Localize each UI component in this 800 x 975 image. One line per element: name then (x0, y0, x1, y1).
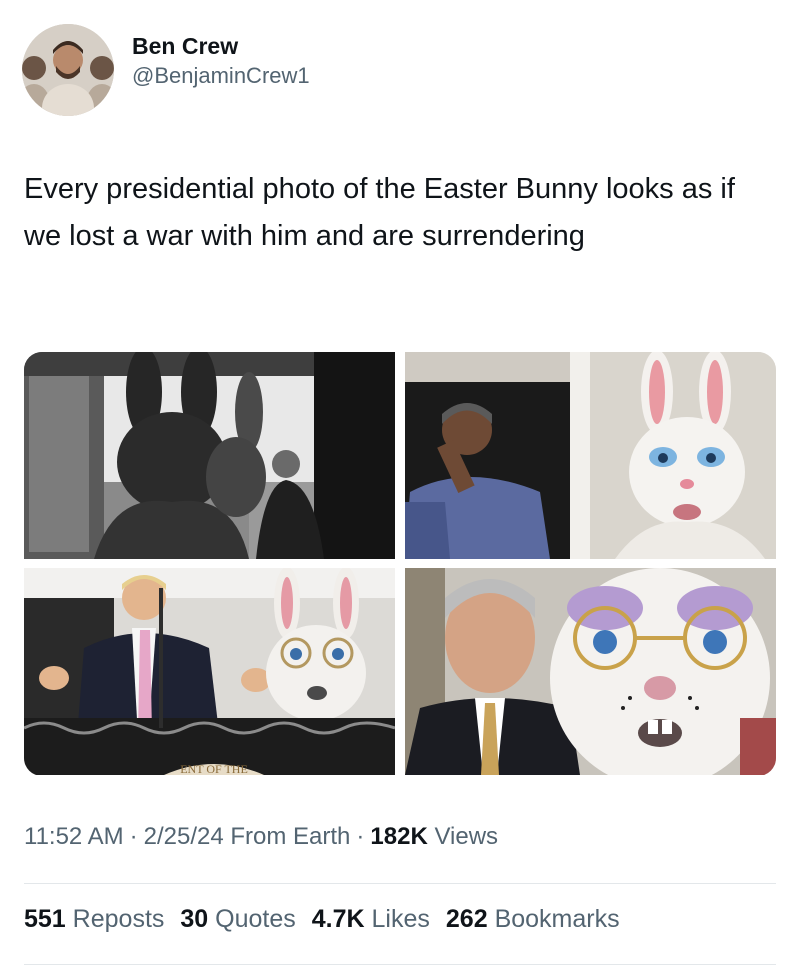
photo-bw-bunnies-balcony[interactable] (24, 352, 395, 559)
avatar[interactable] (22, 24, 114, 116)
reposts-label: Reposts (72, 905, 165, 933)
tweet-source: From Earth (230, 823, 351, 850)
quotes-label: Quotes (215, 905, 296, 933)
meta-separator: · (129, 823, 138, 850)
tweet-date[interactable]: 2/25/24 (144, 823, 224, 850)
tweet-text: Every presidential photo of the Easter B… (24, 173, 735, 252)
display-name[interactable]: Ben Crew (132, 31, 310, 61)
obama-photo-image (405, 352, 776, 559)
tweet-meta: 11:52 AM · 2/25/24 From Earth · 182K Views (24, 823, 498, 851)
reposts-stat[interactable]: 551 Reposts (24, 905, 164, 934)
engagement-stats: 551 Reposts 30 Quotes 4.7K Likes 262 Boo… (24, 905, 636, 934)
photo-bush-bunny[interactable] (405, 568, 776, 775)
seal-text: ENT OF THE (180, 762, 248, 775)
avatar-photo-icon (22, 24, 114, 116)
quotes-stat[interactable]: 30 Quotes (180, 905, 295, 934)
likes-count: 4.7K (311, 905, 365, 933)
reposts-count: 551 (24, 905, 66, 933)
views-label: Views (434, 823, 499, 850)
photo-trump-bunny[interactable]: ENT OF THE (24, 568, 395, 775)
author-names: Ben Crew @BenjaminCrew1 (132, 31, 310, 91)
tweet-time[interactable]: 11:52 AM (24, 823, 124, 850)
media-grid: ENT OF THE (24, 352, 776, 776)
handle[interactable]: @BenjaminCrew1 (132, 61, 310, 91)
bookmarks-label: Bookmarks (494, 905, 620, 933)
likes-stat[interactable]: 4.7K Likes (312, 905, 430, 934)
quotes-count: 30 (180, 905, 209, 933)
meta-separator: · (356, 823, 365, 850)
bookmarks-stat[interactable]: 262 Bookmarks (446, 905, 620, 934)
divider (24, 964, 776, 965)
bush-photo-image (405, 568, 776, 775)
views-count: 182K (370, 823, 428, 850)
bookmarks-count: 262 (445, 905, 488, 933)
likes-label: Likes (371, 905, 430, 933)
divider (24, 883, 776, 884)
tweet-header: Ben Crew @BenjaminCrew1 (22, 24, 310, 116)
bw-photo-image (24, 352, 395, 559)
photo-obama-bunny[interactable] (405, 352, 776, 559)
trump-photo-image: ENT OF THE (24, 568, 395, 775)
